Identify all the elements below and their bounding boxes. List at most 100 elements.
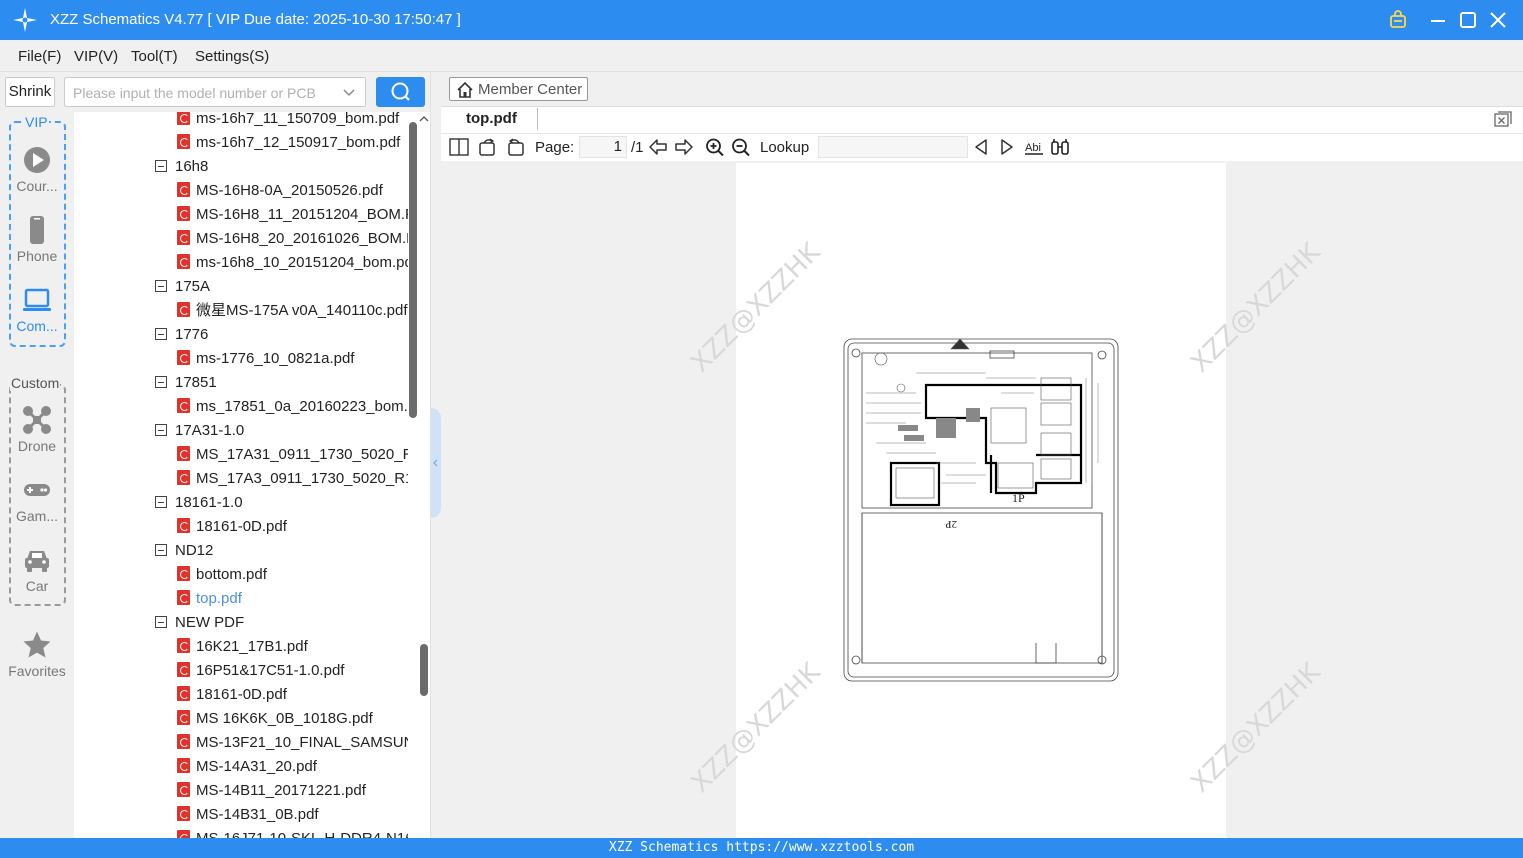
tree-file[interactable]: MS-16H8_11_20151204_BOM.PDF (177, 203, 408, 227)
tree-folder[interactable]: 17851 (155, 371, 217, 395)
tree-folder[interactable]: NEW PDF (155, 611, 244, 635)
zoom-out-icon[interactable] (731, 138, 751, 156)
category-drone[interactable]: Drone (0, 405, 74, 454)
tree-file[interactable]: ms-16h7_12_150917_bom.pdf (177, 131, 408, 155)
close-tabs-icon[interactable] (1494, 111, 1512, 127)
tree-file[interactable]: 16P51&17C51-1.0.pdf (177, 659, 408, 683)
shrink-button[interactable]: Shrink (5, 77, 55, 107)
find-next-icon[interactable] (997, 138, 1017, 156)
rotate-right-icon[interactable] (505, 138, 525, 156)
next-page-icon[interactable] (674, 138, 694, 156)
tree-file[interactable]: MS-14A31_20.pdf (177, 755, 408, 779)
title-bar: XZZ Schematics V4.77 [ VIP Due date: 202… (0, 0, 1523, 40)
tree-file[interactable]: ms-1776_10_0821a.pdf (177, 347, 408, 371)
pdf-file-icon (177, 518, 190, 533)
category-favorites[interactable]: Favorites (0, 630, 74, 679)
tree-file[interactable]: ms-16h7_11_150709_bom.pdf (177, 112, 408, 131)
panel-splitter[interactable] (430, 72, 441, 838)
rotate-left-icon[interactable] (478, 138, 498, 156)
custom-group-label: Custom (10, 375, 61, 391)
lookup-input[interactable] (818, 136, 968, 158)
match-case-icon[interactable]: Abi (1024, 138, 1044, 156)
pdf-viewer[interactable]: XZZ@XZZHK XZZ@XZZHK XZZ@XZZHK XZZ@XZZHK (441, 161, 1523, 838)
minimize-icon[interactable] (1426, 8, 1450, 32)
pdf-file-icon (177, 566, 190, 581)
menu-settings[interactable]: Settings(S) (195, 48, 269, 65)
tree-item-label: MS-14A31_20.pdf (196, 758, 317, 775)
tree-folder[interactable]: 175A (155, 275, 210, 299)
collapse-toggle-icon[interactable] (155, 496, 167, 508)
tree-file[interactable]: bottom.pdf (177, 563, 408, 587)
file-tree[interactable]: ms-16h7_11_150709_bom.pdf ms-16h7_12_1509… (74, 112, 430, 838)
category-phone[interactable]: Phone (0, 215, 74, 264)
window-title: XZZ Schematics V4.77 [ VIP Due date: 202… (50, 11, 461, 28)
pdf-file-icon (177, 710, 190, 725)
tree-file[interactable]: MS-16H8-0A_20150526.pdf (177, 179, 408, 203)
member-center-button[interactable]: Member Center (449, 77, 588, 101)
find-all-icon[interactable] (1050, 138, 1070, 156)
tree-scroll-thumb[interactable] (409, 122, 417, 418)
two-page-view-icon[interactable] (449, 138, 469, 156)
tree-file[interactable]: ms_17851_0a_20160223_bom.pdf (177, 395, 408, 419)
tree-folder[interactable]: ND12 (155, 539, 213, 563)
collapse-toggle-icon[interactable] (155, 280, 167, 292)
tree-file[interactable]: MS-14B11_20171221.pdf (177, 779, 408, 803)
search-button[interactable] (376, 77, 425, 107)
tree-file[interactable]: MS-14B31_0B.pdf (177, 803, 408, 827)
tree-folder[interactable]: 17A31-1.0 (155, 419, 244, 443)
scroll-up-icon[interactable] (419, 114, 429, 124)
tree-file[interactable]: 18161-0D.pdf (177, 683, 408, 707)
tree-folder[interactable]: 18161-1.0 (155, 491, 243, 515)
tree-file[interactable]: 微星MS-175A v0A_140110c.pdf (177, 299, 408, 323)
pdf-file-icon (177, 662, 190, 677)
collapse-toggle-icon[interactable] (155, 544, 167, 556)
pdf-file-icon (177, 254, 190, 269)
tree-folder[interactable]: 16h8 (155, 155, 208, 179)
close-icon[interactable] (1486, 8, 1510, 32)
category-rail: VIP Cour... Phone Com... Custom Drone Ga… (0, 112, 74, 838)
tree-item-label: MS-13F21_10_FINAL_SAMSUNG (196, 734, 408, 751)
find-previous-icon[interactable] (971, 138, 991, 156)
tree-file[interactable]: MS-16H8_20_20161026_BOM.PDF (177, 227, 408, 251)
tree-file[interactable]: top.pdf (177, 587, 408, 611)
tree-item-label: MS-16H8_11_20151204_BOM.PDF (196, 206, 408, 223)
collapse-panel-handle[interactable] (431, 408, 441, 518)
svg-text:Abi: Abi (1025, 142, 1041, 154)
menu-file[interactable]: File(F) (18, 48, 61, 65)
outer-scroll-thumb[interactable] (420, 644, 428, 696)
maximize-icon[interactable] (1456, 8, 1480, 32)
page-number-input[interactable]: 1 (579, 136, 627, 158)
collapse-toggle-icon[interactable] (155, 328, 167, 340)
tree-folder[interactable]: 1776 (155, 323, 208, 347)
tree-item-label: MS-16J71-10-SKL-H-DDR4-N16 (196, 830, 408, 838)
collapse-toggle-icon[interactable] (155, 376, 167, 388)
tree-item-label: 1776 (175, 326, 209, 343)
tree-item-label: NEW PDF (175, 614, 245, 631)
collapse-toggle-icon[interactable] (155, 160, 167, 172)
category-car[interactable]: Car (0, 545, 74, 594)
tree-file[interactable]: MS 16K6K_0B_1018G.pdf (177, 707, 408, 731)
pdf-page: XZZ@XZZHK XZZ@XZZHK XZZ@XZZHK XZZ@XZZHK (685, 163, 1326, 838)
zoom-in-icon[interactable] (705, 138, 725, 156)
tree-file[interactable]: ms-16h8_10_20151204_bom.pdf (177, 251, 408, 275)
tree-file[interactable]: 18161-0D.pdf (177, 515, 408, 539)
previous-page-icon[interactable] (648, 138, 668, 156)
tab-top-pdf[interactable]: top.pdf (466, 110, 517, 127)
category-courses[interactable]: Cour... (0, 145, 74, 194)
vip-bag-icon[interactable] (1386, 8, 1410, 32)
model-search-input[interactable] (73, 83, 333, 103)
tree-file[interactable]: MS-13F21_10_FINAL_SAMSUNG (177, 731, 408, 755)
model-search-combobox[interactable] (64, 77, 366, 107)
tree-file[interactable]: 16K21_17B1.pdf (177, 635, 408, 659)
category-computer[interactable]: Com... (0, 285, 74, 334)
tree-file[interactable]: MS_17A3_0911_1730_5020_R162.pdf (177, 467, 408, 491)
menu-tool[interactable]: Tool(T) (131, 48, 178, 65)
collapse-toggle-icon[interactable] (155, 616, 167, 628)
chevron-down-icon[interactable] (341, 84, 357, 100)
drone-icon (23, 406, 51, 434)
collapse-toggle-icon[interactable] (155, 424, 167, 436)
tree-file[interactable]: MS-16J71-10-SKL-H-DDR4-N16 (177, 827, 408, 838)
category-games[interactable]: Gam... (0, 475, 74, 524)
tree-file[interactable]: MS_17A31_0911_1730_5020_R16.pdf (177, 443, 408, 467)
menu-vip[interactable]: VIP(V) (74, 48, 118, 65)
